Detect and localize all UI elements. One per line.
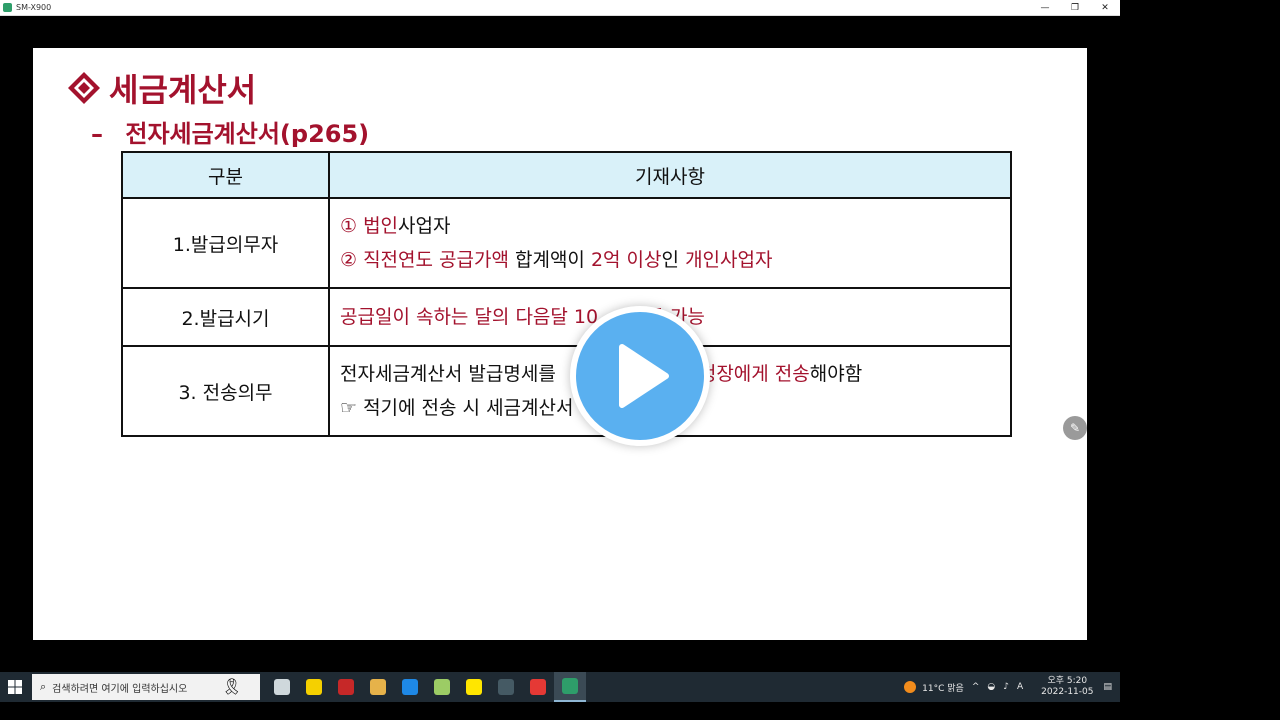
row-category: 2.발급시기 bbox=[121, 287, 330, 347]
detail-line: ① 법인사업자 bbox=[340, 209, 1000, 243]
window-titlebar: SM-X900 — ❐ ✕ bbox=[0, 0, 1120, 16]
windows-icon bbox=[8, 680, 22, 694]
notepad-icon[interactable] bbox=[426, 672, 458, 702]
edge-icon-glyph bbox=[402, 679, 418, 695]
file-explorer-icon[interactable] bbox=[362, 672, 394, 702]
kakaotalk-icon-glyph bbox=[466, 679, 482, 695]
row-category: 3. 전송의무 bbox=[121, 345, 330, 437]
notification-icon[interactable]: ▤ bbox=[1103, 682, 1112, 692]
detail-line: ② 직전연도 공급가액 합계액이 2억 이상인 개인사업자 bbox=[340, 243, 1000, 277]
taskbar-apps bbox=[266, 672, 586, 702]
remote-app-icon-glyph bbox=[562, 678, 578, 694]
sticky-notes-icon[interactable] bbox=[298, 672, 330, 702]
calendar-icon[interactable] bbox=[490, 672, 522, 702]
sticky-notes-icon-glyph bbox=[306, 679, 322, 695]
task-view-icon-glyph bbox=[274, 679, 290, 695]
detail-segment: 공급일이 속하는 달의 다음달 10 bbox=[340, 306, 599, 328]
pen-icon[interactable]: ✎ bbox=[1063, 416, 1087, 440]
clock-date: 2022-11-05 bbox=[1041, 687, 1094, 697]
file-explorer-icon-glyph bbox=[370, 679, 386, 695]
slide-subtitle: – 전자세금계산서(p265) bbox=[91, 114, 369, 149]
header-category: 구분 bbox=[121, 151, 330, 199]
play-icon bbox=[619, 344, 669, 408]
volume-icon[interactable]: ♪ bbox=[1003, 682, 1009, 692]
detail-segment: 해야함 bbox=[809, 363, 863, 385]
notepad-icon-glyph bbox=[434, 679, 450, 695]
calendar-icon-glyph bbox=[498, 679, 514, 695]
clock[interactable]: 오후 5:20 2022-11-05 bbox=[1041, 676, 1093, 698]
slide: 세금계산서 – 전자세금계산서(p265) 구분 기재사항 1.발급의무자 ① 법… bbox=[33, 48, 1087, 640]
mirrored-screen[interactable]: 세금계산서 – 전자세금계산서(p265) 구분 기재사항 1.발급의무자 ① 법… bbox=[0, 16, 1120, 672]
search-icon: ⌕ bbox=[40, 680, 47, 693]
weather-text[interactable]: 11°C 맑음 bbox=[922, 681, 964, 694]
clock-time: 오후 5:20 bbox=[1047, 676, 1088, 686]
subtitle-dash: – bbox=[91, 120, 103, 148]
start-button[interactable] bbox=[0, 672, 30, 702]
table-body: 1.발급의무자 ① 법인사업자 ② 직전연도 공급가액 합계액이 2억 이상인 개인… bbox=[121, 197, 1012, 437]
detail-segment: 사업자 bbox=[398, 215, 451, 237]
subtitle-text: 전자세금계산서(p265) bbox=[125, 120, 370, 148]
network-icon[interactable]: ◒ bbox=[987, 682, 995, 692]
row-details: ① 법인사업자 ② 직전연도 공급가액 합계액이 2억 이상인 개인사업자 bbox=[328, 197, 1012, 289]
ribbon-icon: 🎗 bbox=[221, 677, 242, 696]
detail-segment: 합계액이 bbox=[508, 249, 591, 271]
task-view-icon[interactable] bbox=[266, 672, 298, 702]
table-row: 1.발급의무자 ① 법인사업자 ② 직전연도 공급가액 합계액이 2억 이상인 개인… bbox=[121, 197, 1012, 289]
table-row: 2.발급시기공급일이 속하는 달의 다음달 10 급 가능 bbox=[121, 287, 1012, 347]
detail-segment: 전자세금계산서 발급명세를 bbox=[340, 363, 562, 385]
window-title: SM-X900 bbox=[16, 3, 52, 12]
play-button[interactable] bbox=[570, 306, 710, 446]
chevron-up-icon[interactable]: ^ bbox=[972, 682, 980, 692]
remote-app-icon[interactable] bbox=[554, 672, 586, 702]
slide-title: 세금계산서 bbox=[68, 68, 257, 109]
kakaotalk-icon[interactable] bbox=[458, 672, 490, 702]
ime-indicator[interactable]: A bbox=[1017, 682, 1023, 692]
diamond-bullet-icon bbox=[68, 72, 100, 104]
edge-icon[interactable] bbox=[394, 672, 426, 702]
chrome-icon[interactable] bbox=[522, 672, 554, 702]
close-button[interactable]: ✕ bbox=[1090, 0, 1120, 15]
detail-segment: ☞ 적기에 전송 시 세금계산서 bbox=[340, 397, 574, 419]
detail-segment: 2억 이상 bbox=[590, 249, 662, 271]
bottom-strip bbox=[0, 702, 1280, 720]
search-box[interactable]: ⌕ 검색하려면 여기에 입력하십시오 🎗 bbox=[32, 674, 260, 700]
row-category: 1.발급의무자 bbox=[121, 197, 330, 289]
restore-button[interactable]: ❐ bbox=[1060, 0, 1090, 15]
app-icon-red-glyph bbox=[338, 679, 354, 695]
slide-title-text: 세금계산서 bbox=[109, 71, 257, 109]
app-icon bbox=[3, 3, 12, 12]
app-icon-red[interactable] bbox=[330, 672, 362, 702]
system-tray: 11°C 맑음 ^ ◒ ♪ A 오후 5:20 2022-11-05 ▤ bbox=[904, 672, 1120, 702]
weather-icon bbox=[904, 681, 917, 693]
detail-segment: 인 bbox=[661, 249, 686, 271]
minimize-button[interactable]: — bbox=[1030, 0, 1060, 15]
info-table: 구분 기재사항 1.발급의무자 ① 법인사업자 ② 직전연도 공급가액 합계액이 2… bbox=[121, 151, 1012, 437]
detail-segment: 개인사업자 bbox=[685, 249, 773, 271]
window-controls: — ❐ ✕ bbox=[1030, 0, 1120, 15]
header-details: 기재사항 bbox=[328, 151, 1012, 199]
chrome-icon-glyph bbox=[530, 679, 546, 695]
detail-segment: ② 직전연도 공급가액 bbox=[340, 249, 509, 271]
search-placeholder: 검색하려면 여기에 입력하십시오 bbox=[52, 683, 188, 695]
taskbar: ⌕ 검색하려면 여기에 입력하십시오 🎗 11°C 맑음 ^ ◒ ♪ A 오후 … bbox=[0, 672, 1120, 702]
table-row: 3. 전송의무 전자세금계산서 발급명세를 지 국세청장에게 전송해야함 ☞ 적기에… bbox=[121, 345, 1012, 437]
detail-segment: ① 법인 bbox=[340, 215, 399, 237]
